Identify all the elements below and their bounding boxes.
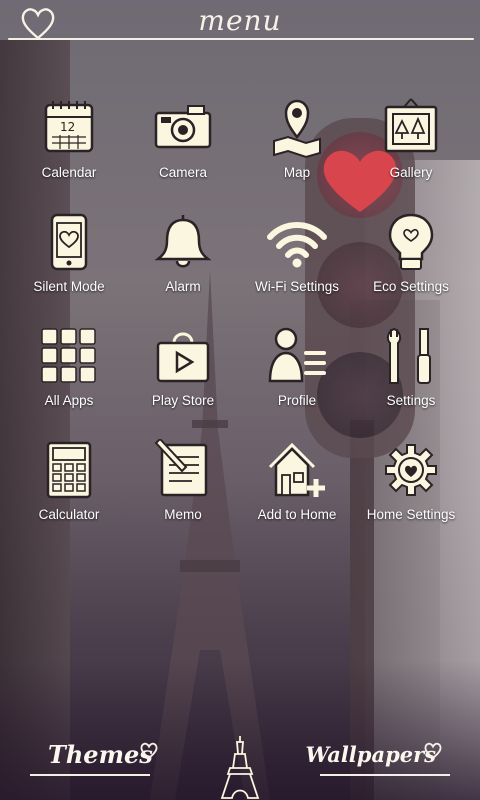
app-camera[interactable]: Camera (126, 95, 240, 209)
app-label: Home Settings (366, 507, 456, 522)
gallery-icon (378, 95, 444, 161)
app-wifi-settings[interactable]: Wi-Fi Settings (240, 209, 354, 323)
app-label: Wi-Fi Settings (254, 279, 339, 294)
app-settings[interactable]: Settings (354, 323, 468, 437)
app-label: All Apps (44, 393, 94, 408)
eiffel-tower-icon[interactable] (218, 734, 262, 800)
home-screen: menu 12 Calendar Camera Map Gallery Sile… (0, 0, 480, 800)
wallpapers-link[interactable]: Wallpapers (305, 742, 436, 767)
shopping-bag-play-icon (150, 323, 216, 389)
app-profile[interactable]: Profile (240, 323, 354, 437)
wifi-icon (264, 209, 330, 275)
person-icon (264, 323, 330, 389)
app-label: Profile (277, 393, 317, 408)
app-label: Memo (164, 507, 202, 522)
app-label: Eco Settings (373, 279, 449, 294)
phone-heart-icon (36, 209, 102, 275)
app-label: Camera (158, 165, 207, 180)
app-play-store[interactable]: Play Store (126, 323, 240, 437)
app-alarm[interactable]: Alarm (126, 209, 240, 323)
app-label: Gallery (389, 165, 433, 180)
app-calendar[interactable]: 12 Calendar (12, 95, 126, 209)
footer-underline-left (30, 774, 150, 776)
memo-icon (150, 437, 216, 503)
app-label: Calculator (38, 507, 100, 522)
app-silent-mode[interactable]: Silent Mode (12, 209, 126, 323)
app-home-settings[interactable]: Home Settings (354, 437, 468, 551)
app-label: Calendar (41, 165, 97, 180)
menu-header: menu (0, 0, 480, 50)
heart-outline-icon (424, 742, 442, 760)
app-label: Map (283, 165, 311, 180)
svg-text:12: 12 (60, 120, 75, 134)
app-label: Add to Home (257, 507, 337, 522)
camera-icon (150, 95, 216, 161)
grid-icon (36, 323, 102, 389)
app-label: Settings (386, 393, 436, 408)
app-eco-settings[interactable]: Eco Settings (354, 209, 468, 323)
app-label: Silent Mode (33, 279, 105, 294)
bell-icon (150, 209, 216, 275)
tools-icon (378, 323, 444, 389)
themes-link[interactable]: Themes (48, 740, 153, 769)
calendar-icon: 12 (36, 95, 102, 161)
app-add-to-home[interactable]: Add to Home (240, 437, 354, 551)
app-grid: 12 Calendar Camera Map Gallery Silent Mo… (12, 95, 468, 551)
app-all-apps[interactable]: All Apps (12, 323, 126, 437)
app-gallery[interactable]: Gallery (354, 95, 468, 209)
app-label: Play Store (151, 393, 215, 408)
heart-outline-icon (140, 742, 158, 760)
footer-underline-right (320, 774, 450, 776)
app-map[interactable]: Map (240, 95, 354, 209)
lightbulb-icon (378, 209, 444, 275)
calculator-icon (36, 437, 102, 503)
house-plus-icon (264, 437, 330, 503)
app-label: Alarm (165, 279, 201, 294)
app-calculator[interactable]: Calculator (12, 437, 126, 551)
menu-title: menu (198, 4, 282, 37)
map-pin-icon (264, 95, 330, 161)
app-memo[interactable]: Memo (126, 437, 240, 551)
header-divider (8, 38, 474, 40)
gear-icon (378, 437, 444, 503)
footer-bar: Themes Wallpapers (0, 730, 480, 800)
